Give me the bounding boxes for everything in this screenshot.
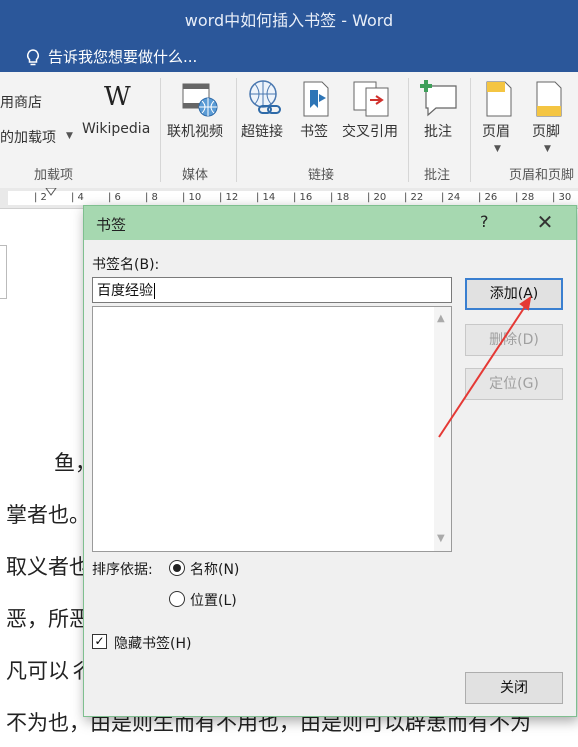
- margin-marker: [0, 245, 7, 299]
- group-separator: [160, 78, 161, 182]
- tell-me-text: 告诉我您想要做什么...: [48, 48, 198, 66]
- new-comment-icon: [420, 80, 457, 117]
- wikipedia-button[interactable]: Wikipedia: [82, 121, 150, 137]
- wikipedia-icon: W: [104, 82, 131, 112]
- sort-by-name-label[interactable]: 名称(N): [190, 559, 239, 579]
- window-title: word中如何插入书签 - Word: [184, 11, 394, 30]
- cross-reference-button[interactable]: 交叉引用: [342, 121, 398, 141]
- group-separator: [408, 78, 409, 182]
- tell-me-search[interactable]: 告诉我您想要做什么...: [0, 42, 578, 72]
- ruler-tick-label: | 4: [71, 192, 84, 203]
- hidden-bookmarks-label[interactable]: 隐藏书签(H): [114, 633, 191, 653]
- bookmark-icon: [303, 81, 329, 117]
- dialog-title: 书签: [96, 216, 127, 234]
- doc-line: 恶，所恶: [6, 607, 90, 631]
- cross-reference-icon: [353, 81, 389, 117]
- group-label-media: 媒体: [182, 168, 209, 183]
- footer-icon: [536, 81, 562, 117]
- add-button[interactable]: 添加(A): [465, 278, 563, 310]
- sort-by-location-radio[interactable]: [169, 591, 185, 607]
- bookmark-list[interactable]: ▲ ▼: [92, 306, 452, 552]
- dialog-title-bar[interactable]: 书签 ? ✕: [84, 206, 576, 240]
- text-caret: [154, 283, 155, 299]
- ruler-tick-label: | 10: [182, 192, 202, 203]
- header-icon: [486, 81, 512, 117]
- my-addins-button[interactable]: 的加载项: [0, 127, 56, 147]
- goto-button[interactable]: 定位(G): [465, 368, 563, 400]
- lightbulb-icon: [27, 49, 39, 66]
- group-label-header-footer: 页眉和页脚: [509, 168, 575, 183]
- ruler-tick-label: | 16: [293, 192, 313, 203]
- doc-line: 凡可以彳: [6, 659, 90, 683]
- sort-by-name-radio[interactable]: [169, 560, 185, 576]
- hyperlink-icon: [249, 80, 281, 114]
- bookmark-button[interactable]: 书签: [300, 121, 328, 141]
- close-icon[interactable]: ✕: [530, 208, 560, 236]
- ruler-tick-label: | 6: [108, 192, 121, 203]
- doc-line: 取义者也: [6, 555, 90, 579]
- ruler-tick-label: | 18: [330, 192, 350, 203]
- ruler-tick-label: | 26: [478, 192, 498, 203]
- bookmark-name-label: 书签名(B):: [92, 257, 160, 273]
- ruler-tick-label: | 24: [441, 192, 461, 203]
- sort-by-label: 排序依据:: [92, 562, 153, 578]
- comment-button[interactable]: 批注: [424, 121, 452, 141]
- store-button[interactable]: 用商店: [0, 92, 42, 112]
- online-video-button[interactable]: 联机视频: [167, 121, 223, 141]
- group-label-addins: 加载项: [34, 168, 74, 183]
- close-button[interactable]: 关闭: [465, 672, 563, 704]
- ruler-tick-label: | 12: [219, 192, 239, 203]
- chevron-down-icon[interactable]: ▼: [544, 144, 551, 154]
- bookmark-name-input[interactable]: 百度经验: [92, 277, 452, 303]
- online-video-icon: [182, 83, 218, 117]
- ruler-tick-label: | 28: [515, 192, 535, 203]
- ruler-tick-label: | 2: [34, 192, 47, 203]
- ruler-tick-label: | 14: [256, 192, 276, 203]
- help-button[interactable]: ?: [480, 212, 489, 231]
- doc-line: 掌者也。: [6, 503, 90, 527]
- hidden-bookmarks-checkbox[interactable]: ✓: [92, 634, 107, 649]
- ruler-tick-label: | 30: [552, 192, 572, 203]
- ruler-tick-label: | 20: [367, 192, 387, 203]
- bookmark-dialog: 书签 ? ✕ 书签名(B): 百度经验 ▲ ▼ 添加(A) 删除(D) 定位(G…: [83, 205, 577, 717]
- scroll-up-icon[interactable]: ▲: [437, 313, 445, 324]
- group-label-comments: 批注: [424, 168, 451, 183]
- group-label-links: 链接: [308, 168, 335, 183]
- chevron-down-icon[interactable]: ▼: [66, 131, 73, 141]
- hyperlink-button[interactable]: 超链接: [241, 121, 283, 141]
- sort-by-location-label[interactable]: 位置(L): [190, 590, 237, 610]
- scroll-down-icon[interactable]: ▼: [437, 533, 445, 544]
- chevron-down-icon[interactable]: ▼: [494, 144, 501, 154]
- group-separator: [236, 78, 237, 182]
- ruler-tick-label: | 22: [404, 192, 424, 203]
- window-title-bar: word中如何插入书签 - Word: [0, 0, 578, 42]
- header-button[interactable]: 页眉: [482, 121, 510, 141]
- group-separator: [470, 78, 471, 182]
- delete-button[interactable]: 删除(D): [465, 324, 563, 356]
- footer-button[interactable]: 页脚: [532, 121, 560, 141]
- ribbon-insert-tab: 用商店 的加载项 ▼ W Wikipedia 加载项 联机视频 媒体 超链接 书…: [0, 72, 578, 189]
- ruler-tick-label: | 8: [145, 192, 158, 203]
- list-scrollbar[interactable]: ▲ ▼: [434, 307, 451, 551]
- bookmark-name-value: 百度经验: [97, 283, 153, 299]
